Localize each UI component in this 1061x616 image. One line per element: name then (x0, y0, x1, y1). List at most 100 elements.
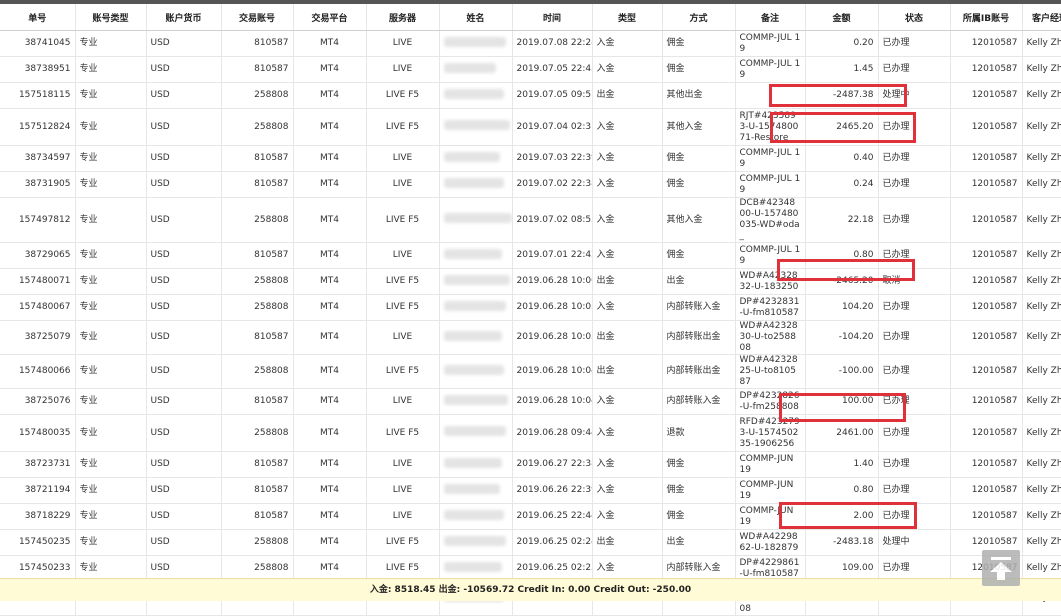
account-currency-cell: USD (146, 56, 222, 83)
time-cell: 2019.06.28 10:06 (512, 268, 593, 295)
redacted-name (443, 426, 506, 436)
name-redacted-cell (439, 242, 513, 269)
table-row[interactable]: 157450235 专业 USD 258808 MT4 LIVE F5 2019.06.25… (0, 529, 1061, 556)
row-id-cell: 157518115 (0, 82, 76, 109)
table-row[interactable]: 157497812 专业 USD 258808 MT4 LIVE F5 2019.07.02… (0, 197, 1061, 243)
platform-cell: MT4 (293, 108, 367, 146)
redacted-name (443, 274, 510, 285)
column-header[interactable]: 账户货币 (146, 4, 222, 31)
time-cell: 2019.06.28 10:05 (512, 294, 593, 321)
server-cell: LIVE F5 (366, 354, 440, 389)
account-type-cell: 专业 (75, 503, 147, 530)
account-type-cell: 专业 (75, 197, 147, 243)
method-cell: 内部转账出金 (662, 320, 736, 355)
type-cell: 入金 (592, 414, 663, 452)
table-row[interactable]: 157512824 专业 USD 258808 MT4 LIVE F5 2019.07.04… (0, 108, 1061, 146)
name-redacted-cell (439, 171, 513, 198)
status-cell: 已办理 (878, 451, 951, 478)
ib-account-cell: 12010587 (950, 242, 1023, 269)
amount-cell: -104.20 (805, 320, 879, 355)
row-id-cell: 157450235 (0, 529, 76, 556)
table-row[interactable]: 38721194 专业 USD 810587 MT4 LIVE 2019.06.26 22:… (0, 477, 1061, 504)
method-cell: 佣金 (662, 503, 736, 530)
table-row[interactable]: 157518115 专业 USD 258808 MT4 LIVE F5 2019.07.05… (0, 82, 1061, 109)
column-header[interactable]: 客户经理姓名 (1022, 4, 1061, 31)
server-cell: LIVE (366, 320, 440, 355)
table-row[interactable]: 157480067 专业 USD 258808 MT4 LIVE F5 2019.06.28… (0, 294, 1061, 321)
column-header[interactable]: 交易账号 (221, 4, 294, 31)
type-cell: 入金 (592, 503, 663, 530)
column-header[interactable]: 单号 (0, 4, 76, 31)
table-row[interactable]: 38731905 专业 USD 810587 MT4 LIVE 2019.07.02 22:… (0, 171, 1061, 198)
table-row[interactable]: 38723731 专业 USD 810587 MT4 LIVE 2019.06.27 22:… (0, 451, 1061, 478)
table-row[interactable]: 38725076 专业 USD 810587 MT4 LIVE 2019.06.28 10:… (0, 388, 1061, 415)
back-to-top-button[interactable] (982, 550, 1020, 586)
row-id-cell: 157480035 (0, 414, 76, 452)
column-header[interactable]: 交易平台 (293, 4, 367, 31)
table-row[interactable]: 157480035 专业 USD 258808 MT4 LIVE F5 2019.06.28… (0, 414, 1061, 452)
name-redacted-cell (439, 414, 513, 452)
column-header[interactable]: 账号类型 (75, 4, 147, 31)
time-cell: 2019.07.08 22:28 (512, 30, 593, 57)
column-header[interactable]: 服务器 (366, 4, 440, 31)
table-row[interactable]: 38741045 专业 USD 810587 MT4 LIVE 2019.07.08 22:… (0, 30, 1061, 57)
trading-account-cell: 810587 (221, 477, 294, 504)
status-cell: 已办理 (878, 414, 951, 452)
name-redacted-cell (439, 320, 513, 355)
table-row[interactable]: 38725079 专业 USD 810587 MT4 LIVE 2019.06.28 10:… (0, 320, 1061, 355)
redacted-name (443, 364, 504, 375)
manager-name-cell: Kelly Zhang (1022, 320, 1061, 355)
table-row[interactable]: 38738951 专业 USD 810587 MT4 LIVE 2019.07.05 22:… (0, 56, 1061, 83)
note-cell: COMMP-JUL 19 (735, 145, 806, 172)
column-header[interactable]: 金额 (805, 4, 879, 31)
trading-account-cell: 258808 (221, 414, 294, 452)
method-cell: 佣金 (662, 242, 736, 269)
redacted-name (443, 88, 504, 99)
column-header[interactable]: 类型 (592, 4, 663, 31)
manager-name-cell: Kelly Zhang (1022, 354, 1061, 389)
column-header[interactable]: 方式 (662, 4, 736, 31)
redacted-name (443, 509, 504, 520)
type-cell: 入金 (592, 451, 663, 478)
redacted-name (443, 177, 504, 188)
column-header[interactable]: 状态 (878, 4, 951, 31)
table-row[interactable]: 38734597 专业 USD 810587 MT4 LIVE 2019.07.03 22:… (0, 145, 1061, 172)
trading-account-cell: 810587 (221, 56, 294, 83)
time-cell: 2019.07.03 22:39 (512, 145, 593, 172)
redacted-name (443, 535, 506, 546)
time-cell: 2019.07.04 02:31 (512, 108, 593, 146)
method-cell: 佣金 (662, 171, 736, 198)
table-row[interactable]: 38729065 专业 USD 810587 MT4 LIVE 2019.07.01 22:… (0, 242, 1061, 269)
platform-cell: MT4 (293, 56, 367, 83)
table-row[interactable]: 157480066 专业 USD 258808 MT4 LIVE F5 2019.06.28… (0, 354, 1061, 389)
status-cell: 已办理 (878, 503, 951, 530)
account-currency-cell: USD (146, 451, 222, 478)
server-cell: LIVE (366, 388, 440, 415)
trading-account-cell: 810587 (221, 171, 294, 198)
method-cell: 内部转账入金 (662, 388, 736, 415)
table-row[interactable]: 157480071 专业 USD 258808 MT4 LIVE F5 2019.06.28… (0, 268, 1061, 295)
note-cell: WD#A4232825-U-to810587 (735, 354, 806, 389)
column-header[interactable]: 时间 (512, 4, 593, 31)
column-header[interactable]: 所属IB账号 (950, 4, 1023, 31)
trading-account-cell: 258808 (221, 294, 294, 321)
table-row[interactable]: 38718229 专业 USD 810587 MT4 LIVE 2019.06.25 22:… (0, 503, 1061, 530)
method-cell: 佣金 (662, 451, 736, 478)
account-type-cell: 专业 (75, 477, 147, 504)
platform-cell: MT4 (293, 145, 367, 172)
column-header[interactable]: 备注 (735, 4, 806, 31)
column-header[interactable]: 姓名 (439, 4, 513, 31)
account-type-cell: 专业 (75, 82, 147, 109)
note-cell: DCB#4234800-U-157480035-WD#oda_ (735, 197, 806, 243)
status-cell: 处理中 (878, 82, 951, 109)
amount-cell: 2.00 (805, 503, 879, 530)
method-cell: 其他入金 (662, 197, 736, 243)
type-cell: 出金 (592, 320, 663, 355)
status-cell: 已办理 (878, 242, 951, 269)
ib-account-cell: 12010587 (950, 354, 1023, 389)
type-cell: 出金 (592, 354, 663, 389)
row-id-cell: 38731905 (0, 171, 76, 198)
row-id-cell: 38738951 (0, 56, 76, 83)
name-redacted-cell (439, 503, 513, 530)
redacted-name (443, 300, 506, 311)
